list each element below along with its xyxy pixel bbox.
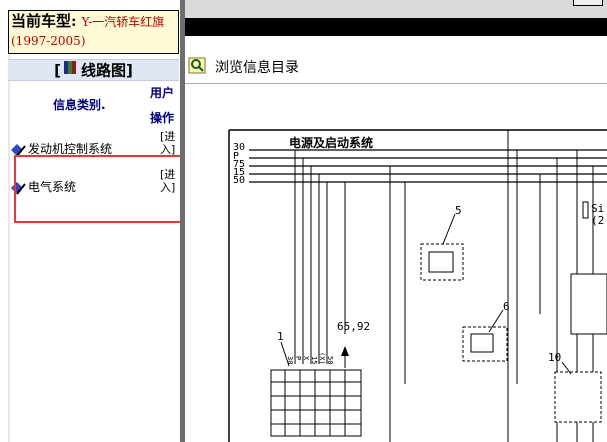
conn-label-15: 15 xyxy=(310,356,318,365)
title-bar xyxy=(185,18,607,36)
magnifier-document-icon[interactable] xyxy=(188,57,206,74)
action-header: 操作 xyxy=(150,111,175,125)
current-vehicle-box: 当前车型: Y-一汽轿车红旗 (1997-2005) xyxy=(8,10,179,54)
browse-catalog-link[interactable]: 浏览信息目录 xyxy=(215,57,299,77)
component-10: 10 xyxy=(548,351,562,364)
conn-label-x: X xyxy=(302,356,310,361)
side-label-paren: (2 xyxy=(591,214,605,227)
wiring-diagram-title: 线路图 xyxy=(80,61,126,80)
wiring-diagram xyxy=(228,129,607,442)
highlight-box xyxy=(14,155,189,223)
component-6: 6 xyxy=(503,300,510,313)
window-control[interactable] xyxy=(573,0,603,6)
toolbar: 浏览信息目录 xyxy=(185,36,607,84)
pen-diamond-icon xyxy=(10,142,26,157)
diagram-viewer: 电源及启动系统 30 P 75 15 50 5 6 1 10 65,92 Si … xyxy=(185,84,607,442)
conn-label-x-paren: (X) xyxy=(318,352,326,365)
reference-note: 65,92 xyxy=(337,320,371,333)
user-header: 用户 xyxy=(150,86,175,100)
top-band xyxy=(185,0,607,18)
book-icon xyxy=(63,60,77,80)
component-5: 5 xyxy=(455,204,462,217)
component-1: 1 xyxy=(277,330,284,343)
conn-label-50: 50 xyxy=(326,356,334,365)
conn-label-30: 30 xyxy=(286,356,294,365)
left-panel: 当前车型: Y-一汽轿车红旗 (1997-2005) [ 线路图] 信息类别. … xyxy=(0,0,189,442)
vehicle-name: Y-一汽轿车红旗 xyxy=(81,15,165,29)
bus-label-50: 50 xyxy=(233,175,246,186)
vehicle-years: (1997-2005) xyxy=(11,34,86,48)
right-panel: 浏览信息目录 电源及启动系统 30 P 75 15 50 5 6 1 10 65… xyxy=(185,0,607,442)
wiring-diagram-header: [ 线路图] xyxy=(8,59,179,81)
category-header: 信息类别. xyxy=(53,98,106,112)
wiring-diagram-page: 电源及启动系统 30 P 75 15 50 5 6 1 10 65,92 Si … xyxy=(185,84,607,442)
diagram-title: 电源及启动系统 xyxy=(289,136,374,150)
conn-label-p: P xyxy=(294,356,302,361)
left-separator xyxy=(8,54,10,442)
vehicle-label: 当前车型: xyxy=(11,12,77,30)
